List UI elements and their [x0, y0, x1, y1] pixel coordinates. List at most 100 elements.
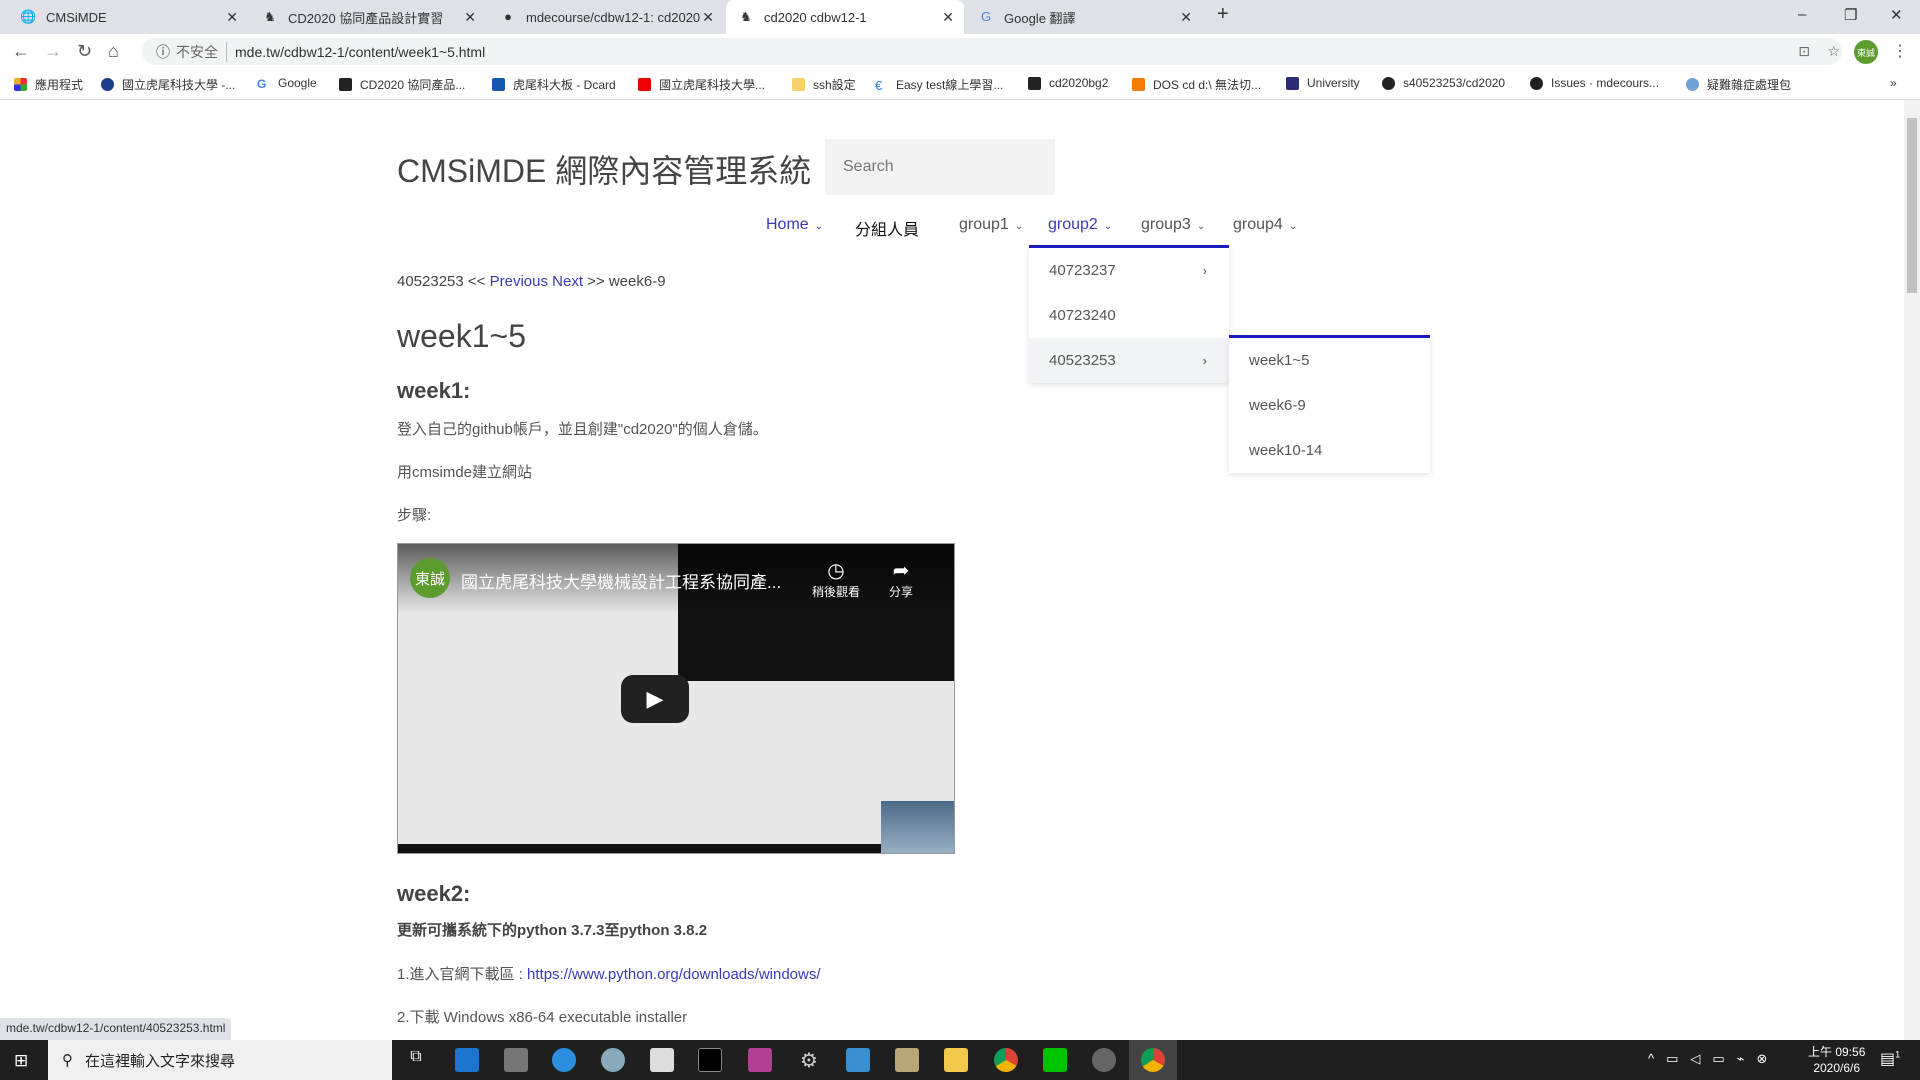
chrome-active-taskbar[interactable] [1129, 1040, 1177, 1080]
bookmark-apps[interactable]: 應用程式 [14, 76, 83, 93]
easytest-icon: € [875, 78, 883, 93]
more-bookmarks[interactable]: » [1890, 76, 1897, 90]
file-explorer-icon[interactable] [944, 1048, 968, 1072]
bookmark-item[interactable]: s40523253/cd2020 [1382, 76, 1505, 90]
reload-icon[interactable]: ↻ [77, 41, 92, 62]
home-icon[interactable]: ⌂ [108, 41, 119, 62]
tab-google-translate[interactable]: G Google 翻譯 ✕ [966, 0, 1202, 34]
app-icon[interactable] [895, 1048, 919, 1072]
menu-group-members[interactable]: 分組人員 [855, 216, 919, 240]
channel-avatar[interactable]: 東誠 [410, 558, 450, 598]
close-tab-icon[interactable]: ✕ [226, 9, 238, 26]
edge-icon[interactable] [455, 1048, 479, 1072]
bookmark-item[interactable]: Issues · mdecours... [1530, 76, 1659, 90]
bookmark-item[interactable]: 國立虎尾科技大學 -... [101, 76, 235, 93]
menu-group1[interactable]: group1 ⌄ [959, 216, 1023, 234]
next-link[interactable]: Next [552, 273, 583, 290]
google-icon: G [257, 76, 267, 91]
clock-icon: ◷ [827, 560, 845, 582]
close-tab-icon[interactable]: ✕ [464, 9, 476, 26]
new-tab-button[interactable]: + [1217, 3, 1229, 26]
chevron-down-icon: ⌄ [1014, 221, 1024, 232]
webcam-thumbnail [881, 801, 954, 853]
menu-group3[interactable]: group3 ⌄ [1141, 216, 1205, 234]
app-icon[interactable] [748, 1048, 772, 1072]
bookmark-item[interactable]: University [1286, 76, 1360, 90]
url-input[interactable]: ⓘ 不安全 mde.tw/cdbw12-1/content/week1~5.ht… [142, 38, 1842, 65]
notification-icon[interactable]: ▤1 [1880, 1049, 1900, 1069]
close-window-button[interactable]: ✕ [1890, 6, 1903, 24]
close-tab-icon[interactable]: ✕ [942, 9, 954, 26]
chrome-icon [1141, 1048, 1165, 1072]
back-icon[interactable]: ← [12, 41, 30, 62]
windows-start-icon[interactable]: ⊞ [14, 1051, 28, 1071]
bookmark-item[interactable]: 虎尾科大板 - Dcard [492, 76, 616, 93]
terminal-icon[interactable] [698, 1048, 722, 1072]
menu-icon[interactable]: ⋮ [1892, 41, 1908, 61]
bookmark-item[interactable]: ssh設定 [792, 76, 856, 93]
minimize-button[interactable]: – [1798, 6, 1806, 23]
bookmark-item[interactable]: 疑難雜症處理包 [1686, 76, 1791, 93]
dropdown-item-40723240[interactable]: 40723240 [1029, 293, 1229, 338]
bookmark-item[interactable]: G Google [257, 76, 317, 91]
bookmark-item[interactable]: CD2020 協同產品... [339, 76, 465, 93]
translate-icon[interactable]: ⊡ [1798, 43, 1810, 60]
close-tab-icon[interactable]: ✕ [1180, 9, 1192, 26]
bookmark-star-icon[interactable]: ☆ [1827, 43, 1840, 60]
menu-group2[interactable]: group2 ⌄ [1048, 216, 1112, 234]
bookmark-item[interactable]: 國立虎尾科技大學... [638, 76, 765, 93]
settings-icon[interactable]: ⚙ [797, 1048, 821, 1072]
camel-icon: ♞ [740, 9, 752, 24]
ie-icon[interactable] [552, 1048, 576, 1072]
task-view-icon[interactable]: ⧉ [404, 1048, 428, 1072]
app-icon[interactable] [1092, 1048, 1116, 1072]
clock[interactable]: 上午 09:56 2020/6/6 [1808, 1044, 1865, 1076]
blogger-icon [1132, 78, 1145, 91]
menu-home[interactable]: Home ⌄ [766, 216, 823, 234]
dropdown-item-40523253[interactable]: 40523253 › [1029, 338, 1229, 383]
watch-later-button[interactable]: ◷ 稍後觀看 [806, 558, 866, 600]
paragraph: 登入自己的github帳戶，並且創建"cd2020"的個人倉儲。 [397, 421, 768, 438]
line-icon[interactable] [1043, 1048, 1067, 1072]
system-tray-icons[interactable]: ^▭◁▭⌁⊗ [1648, 1051, 1779, 1067]
bookmark-item[interactable]: cd2020bg2 [1028, 76, 1108, 90]
menu-group4[interactable]: group4 ⌄ [1233, 216, 1297, 234]
profile-avatar[interactable]: 東誠 [1854, 40, 1878, 64]
app-icon[interactable] [846, 1048, 870, 1072]
youtube-video-embed[interactable]: 東誠 國立虎尾科技大學機械設計工程系協同產... ◷ 稍後觀看 ➦ 分享 ▶ [397, 543, 955, 854]
close-tab-icon[interactable]: ✕ [702, 9, 714, 26]
chevron-down-icon: ⌄ [1196, 221, 1206, 232]
windows-taskbar: ⊞ ⚲ 在這裡輸入文字來搜尋 ⧉ ⚙ ^▭◁▭⌁⊗ 上午 09:56 2020/6/… [0, 1040, 1920, 1080]
security-label: 不安全 [176, 41, 227, 62]
chevron-down-icon: ⌄ [814, 221, 824, 232]
play-button[interactable]: ▶ [621, 675, 689, 723]
dcard-icon [492, 78, 505, 91]
paint-icon[interactable] [601, 1048, 625, 1072]
calculator-icon[interactable] [650, 1048, 674, 1072]
site-title[interactable]: CMSiMDE 網際內容管理系統 [397, 146, 811, 192]
tab-cmsimde[interactable]: 🌐 CMSiMDE ✕ [8, 0, 248, 34]
bookmark-item[interactable]: € Easy test線上學習... [875, 76, 1003, 93]
tab-cd2020[interactable]: ♞ CD2020 協同產品設計實習 ✕ [250, 0, 486, 34]
search-input[interactable] [825, 139, 1055, 195]
submenu-item-week10-14[interactable]: week10-14 [1229, 428, 1430, 473]
forward-icon[interactable]: → [44, 41, 62, 62]
tab-github[interactable]: ● mdecourse/cdbw12-1: cd2020 ✕ [488, 0, 724, 34]
play-icon: ▶ [646, 686, 664, 711]
chrome-icon[interactable] [994, 1048, 1018, 1072]
share-button[interactable]: ➦ 分享 [876, 558, 926, 600]
scrollbar[interactable] [1904, 100, 1920, 1040]
tab-cdbw12-1[interactable]: ♞ cd2020 cdbw12-1 ✕ [726, 0, 964, 34]
video-title[interactable]: 國立虎尾科技大學機械設計工程系協同產... [461, 568, 781, 593]
previous-link[interactable]: Previous [490, 273, 548, 290]
taskbar-search[interactable]: ⚲ 在這裡輸入文字來搜尋 [48, 1040, 392, 1080]
dropdown-item-40723237[interactable]: 40723237 › [1029, 248, 1229, 293]
submenu-item-week6-9[interactable]: week6-9 [1229, 383, 1430, 428]
submenu-item-week1-5[interactable]: week1~5 [1229, 338, 1430, 383]
scrollbar-thumb[interactable] [1907, 118, 1917, 293]
bookmark-item[interactable]: DOS cd d:\ 無法切... [1132, 76, 1261, 93]
paragraph: 1.進入官網下載區 : https://www.python.org/downl… [397, 966, 821, 983]
restore-button[interactable]: ❐ [1844, 6, 1857, 24]
python-download-link[interactable]: https://www.python.org/downloads/windows… [527, 966, 821, 983]
usb-icon[interactable] [504, 1048, 528, 1072]
